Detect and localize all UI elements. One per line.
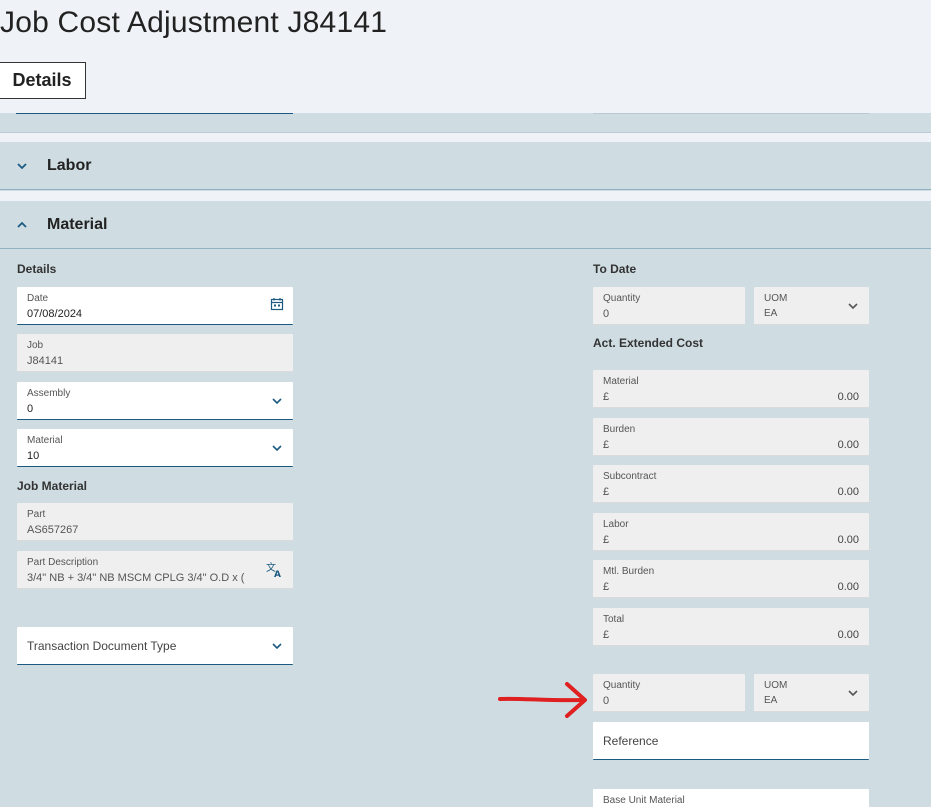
cost-label: Burden	[603, 424, 636, 435]
to-date-uom-label: UOM	[764, 293, 788, 304]
tab-details[interactable]: Details	[0, 62, 86, 99]
currency-symbol: £	[603, 486, 610, 498]
to-date-quantity-field: Quantity 0	[593, 287, 745, 325]
assembly-value: 0	[27, 403, 34, 415]
chevron-down-icon[interactable]	[270, 639, 284, 653]
annotation-arrow-icon	[498, 682, 587, 718]
adjust-uom-label: UOM	[764, 680, 788, 691]
divider	[0, 191, 931, 201]
material-select[interactable]: Material 10	[17, 429, 293, 467]
chevron-up-icon	[17, 221, 27, 228]
base-unit-material-field[interactable]: Base Unit Material	[593, 789, 869, 807]
divider	[0, 133, 931, 142]
material-value: 10	[27, 450, 40, 462]
to-date-quantity-label: Quantity	[603, 293, 641, 304]
section-labor-header[interactable]: Labor	[0, 142, 931, 190]
calendar-icon[interactable]	[270, 297, 284, 311]
currency-symbol: £	[603, 629, 610, 641]
job-field: Job J84141	[17, 334, 293, 372]
divider	[593, 113, 869, 114]
adjust-uom-select[interactable]: UOM EA	[754, 674, 869, 712]
to-date-uom-value: EA	[764, 308, 778, 319]
chevron-down-icon[interactable]	[846, 686, 860, 700]
date-value: 07/08/2024	[27, 308, 83, 320]
to-date-uom-select: UOM EA	[754, 287, 869, 325]
currency-symbol: £	[603, 581, 610, 593]
part-description-label: Part Description	[27, 557, 99, 568]
cost-labor-field: Labor £ 0.00	[593, 513, 869, 551]
part-label: Part	[27, 509, 46, 520]
reference-input[interactable]: Reference	[593, 722, 869, 760]
cost-amount: 0.00	[837, 439, 859, 451]
cost-subcontract-field: Subcontract £ 0.00	[593, 465, 869, 503]
svg-text:A: A	[274, 570, 281, 579]
section-material-label: Material	[47, 215, 108, 233]
job-value: J84141	[27, 355, 64, 367]
details-group-label: Details	[17, 262, 57, 276]
cost-burden-field: Burden £ 0.00	[593, 418, 869, 456]
page-title: Job Cost Adjustment J84141	[0, 6, 388, 39]
adjust-quantity-value: 0	[603, 695, 610, 707]
collapsed-strip	[0, 113, 931, 133]
cost-amount: 0.00	[837, 581, 859, 593]
date-field[interactable]: Date 07/08/2024	[17, 287, 293, 325]
job-label: Job	[27, 340, 44, 351]
cost-amount: 0.00	[837, 486, 859, 498]
cost-amount: 0.00	[837, 534, 859, 546]
translate-icon[interactable]: 文 A	[266, 561, 284, 579]
cost-label: Material	[603, 376, 639, 387]
to-date-quantity-value: 0	[603, 308, 610, 320]
currency-symbol: £	[603, 391, 610, 403]
cost-total-field: Total £ 0.00	[593, 608, 869, 646]
part-description-value: 3/4" NB + 3/4" NB MSCM CPLG 3/4" O.D x (	[27, 572, 245, 584]
cost-amount: 0.00	[837, 391, 859, 403]
adjust-uom-value: EA	[764, 695, 778, 706]
chevron-down-icon	[17, 162, 27, 169]
transaction-document-type-select[interactable]: Transaction Document Type	[17, 627, 293, 665]
chevron-down-icon[interactable]	[270, 394, 284, 408]
part-description-field: Part Description 3/4" NB + 3/4" NB MSCM …	[17, 551, 293, 589]
cost-material-field: Material £ 0.00	[593, 370, 869, 408]
chevron-down-icon	[848, 303, 858, 310]
material-label: Material	[27, 435, 63, 446]
adjust-quantity-label: Quantity	[603, 680, 641, 691]
transaction-document-type-placeholder: Transaction Document Type	[27, 639, 177, 653]
cost-amount: 0.00	[837, 629, 859, 641]
reference-placeholder: Reference	[603, 734, 659, 748]
cost-mtl-burden-field: Mtl. Burden £ 0.00	[593, 560, 869, 598]
cost-label: Mtl. Burden	[603, 566, 655, 577]
date-label: Date	[27, 293, 49, 304]
act-extended-cost-group-label: Act. Extended Cost	[593, 336, 704, 350]
chevron-down-icon[interactable]	[270, 441, 284, 455]
divider	[16, 113, 293, 114]
cost-label: Total	[603, 614, 625, 625]
cost-label: Subcontract	[603, 471, 657, 482]
cost-label: Labor	[603, 519, 629, 530]
section-material-header[interactable]: Material	[0, 201, 931, 249]
job-material-group-label: Job Material	[17, 479, 88, 493]
assembly-label: Assembly	[27, 388, 71, 399]
currency-symbol: £	[603, 439, 610, 451]
part-field: Part AS657267	[17, 503, 293, 541]
currency-symbol: £	[603, 534, 610, 546]
adjust-quantity-field[interactable]: Quantity 0	[593, 674, 745, 712]
to-date-group-label: To Date	[593, 262, 637, 276]
part-value: AS657267	[27, 524, 79, 536]
base-unit-material-label: Base Unit Material	[603, 795, 685, 806]
section-labor-label: Labor	[47, 156, 92, 174]
page-header: Job Cost Adjustment J84141 Details	[0, 0, 931, 113]
assembly-select[interactable]: Assembly 0	[17, 382, 293, 420]
